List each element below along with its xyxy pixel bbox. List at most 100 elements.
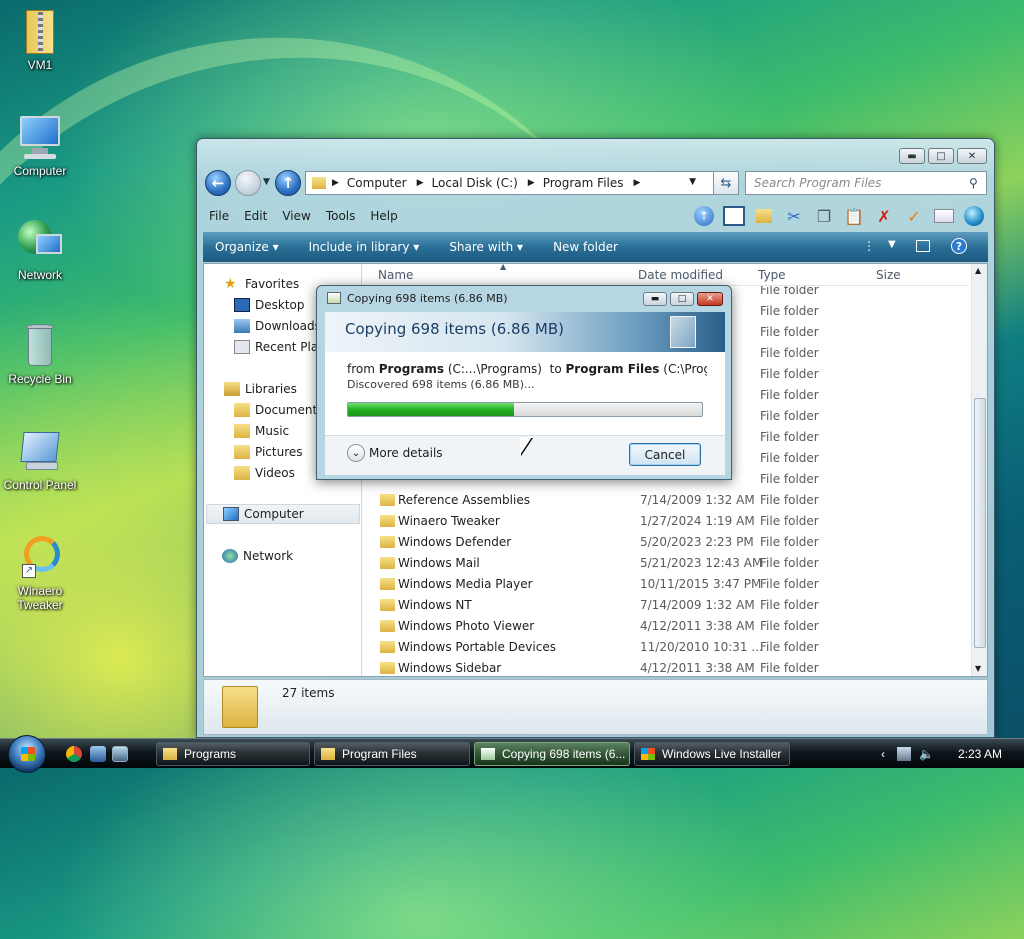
nav-music[interactable]: Music xyxy=(234,421,289,441)
start-button[interactable] xyxy=(8,735,46,773)
column-date-modified[interactable]: Date modified xyxy=(638,268,723,282)
taskbar-button-programs[interactable]: Programs xyxy=(156,742,310,766)
nav-network[interactable]: Network xyxy=(222,546,293,566)
nav-desktop[interactable]: Desktop xyxy=(234,295,305,315)
recent-pages-chevron-icon[interactable]: ▼ xyxy=(263,177,270,187)
up-button[interactable]: ↑ xyxy=(275,170,301,196)
globe-icon[interactable] xyxy=(962,205,986,227)
column-type[interactable]: Type xyxy=(758,268,786,282)
include-in-library-button[interactable]: Include in library ▾ xyxy=(309,240,420,254)
scrollbar-thumb[interactable] xyxy=(974,398,986,648)
cancel-button[interactable]: Cancel xyxy=(629,443,701,466)
details-pane: 27 items xyxy=(203,679,988,735)
show-hidden-icons-chevron-icon[interactable]: ‹ xyxy=(881,747,885,761)
folder-icon xyxy=(312,177,326,189)
toolbar-icons: ↑ ✂ ❐ 📋 ✗ ✓ xyxy=(692,203,986,229)
cut-icon[interactable]: ✂ xyxy=(782,205,806,227)
taskbar-button-program-files[interactable]: Program Files xyxy=(314,742,470,766)
nav-downloads[interactable]: Downloads xyxy=(234,316,321,336)
breadcrumb-program-files[interactable]: Program Files xyxy=(543,176,624,190)
up-arrow-icon[interactable]: ↑ xyxy=(692,205,716,227)
copy-icon[interactable]: ❐ xyxy=(812,205,836,227)
documents-icon xyxy=(234,403,250,417)
folder-view-icon[interactable] xyxy=(722,205,746,227)
column-size[interactable]: Size xyxy=(876,268,901,282)
folders-icon[interactable] xyxy=(752,205,776,227)
desktop-icon-network[interactable]: Network xyxy=(0,218,80,282)
table-row[interactable]: Windows Defender 5/20/2023 2:23 PM File fo… xyxy=(362,532,968,553)
menu-help[interactable]: Help xyxy=(370,209,397,223)
address-bar[interactable]: ▶ Computer ▶ Local Disk (C:) ▶ Program F… xyxy=(305,171,737,195)
help-icon[interactable]: ? xyxy=(951,238,967,254)
properties-icon[interactable] xyxy=(932,205,956,227)
scroll-down-icon[interactable]: ▼ xyxy=(975,664,981,673)
new-folder-button[interactable]: New folder xyxy=(553,240,618,254)
breadcrumb-arrow-icon: ▶ xyxy=(332,178,339,188)
refresh-button[interactable]: ⇆ xyxy=(713,171,739,195)
desktop-icon-vm1[interactable]: VM1 xyxy=(0,8,80,72)
share-with-button[interactable]: Share with ▾ xyxy=(449,240,523,254)
recent-places-icon xyxy=(234,340,250,354)
table-row[interactable]: Windows Portable Devices 11/20/2010 10:31… xyxy=(362,637,968,658)
close-button[interactable]: ✕ xyxy=(957,148,987,164)
table-row[interactable]: Windows Mail 5/21/2023 12:43 AM File folde… xyxy=(362,553,968,574)
preview-pane-icon[interactable] xyxy=(916,240,930,252)
address-dropdown-icon[interactable]: ▼ xyxy=(689,177,696,187)
more-details-toggle[interactable]: ⌄ More details xyxy=(347,444,443,462)
undo-icon[interactable]: ✓ xyxy=(902,205,926,227)
table-row[interactable]: Winaero Tweaker 1/27/2024 1:19 AM File fol… xyxy=(362,511,968,532)
vertical-scrollbar[interactable]: ▲ ▼ xyxy=(971,264,987,676)
dialog-maximize-button[interactable]: □ xyxy=(670,292,694,306)
nav-computer[interactable]: Computer xyxy=(206,504,360,524)
maximize-button[interactable]: □ xyxy=(928,148,954,164)
clock[interactable]: 2:23 AM xyxy=(958,747,1002,761)
table-row[interactable]: Windows Photo Viewer 4/12/2011 3:38 AM Fil… xyxy=(362,616,968,637)
back-button[interactable]: ← xyxy=(205,170,231,196)
scroll-up-icon[interactable]: ▲ xyxy=(975,266,981,275)
desktop-icon-computer[interactable]: Computer xyxy=(0,114,80,178)
breadcrumb-local-disk[interactable]: Local Disk (C:) xyxy=(432,176,518,190)
taskbar-button-copying[interactable]: Copying 698 items (6... xyxy=(474,742,630,766)
network-icon xyxy=(16,218,64,266)
taskbar-button-windows-live-installer[interactable]: Windows Live Installer xyxy=(634,742,790,766)
show-desktop-icon[interactable] xyxy=(90,746,106,762)
desktop-icon-recycle-bin[interactable]: Recycle Bin xyxy=(0,322,80,386)
chrome-icon[interactable] xyxy=(66,746,82,762)
nav-favorites[interactable]: ★ Favorites xyxy=(224,274,299,294)
column-name[interactable]: Name xyxy=(378,268,413,282)
nav-documents[interactable]: Documents xyxy=(234,400,323,420)
paste-icon[interactable]: 📋 xyxy=(842,205,866,227)
nav-recent-places[interactable]: Recent Plac xyxy=(234,337,325,357)
folder-icon xyxy=(380,620,395,632)
table-row[interactable]: Windows Media Player 10/11/2015 3:47 PM Fi… xyxy=(362,574,968,595)
search-icon[interactable]: ⚲ xyxy=(969,176,978,190)
desktop-icon-winaero-tweaker[interactable]: ↗ Winaero Tweaker xyxy=(0,534,80,612)
switch-windows-icon[interactable] xyxy=(112,746,128,762)
network-icon xyxy=(222,549,238,563)
nav-videos[interactable]: Videos xyxy=(234,463,295,483)
table-row[interactable]: Windows Sidebar 4/12/2011 3:38 AM File fol… xyxy=(362,658,968,676)
breadcrumb-computer[interactable]: Computer xyxy=(347,176,407,190)
dialog-close-button[interactable]: ✕ xyxy=(697,292,723,306)
search-input[interactable]: Search Program Files xyxy=(745,171,987,195)
network-tray-icon[interactable] xyxy=(897,747,912,761)
folder-icon xyxy=(163,748,177,760)
menu-tools[interactable]: Tools xyxy=(326,209,356,223)
nav-pictures[interactable]: Pictures xyxy=(234,442,303,462)
menu-edit[interactable]: Edit xyxy=(244,209,267,223)
dialog-minimize-button[interactable]: ▬ xyxy=(643,292,667,306)
view-options-chevron-icon[interactable]: ▼ xyxy=(888,239,896,250)
delete-icon[interactable]: ✗ xyxy=(872,205,896,227)
volume-muted-icon[interactable]: 🔈 xyxy=(919,747,934,761)
minimize-button[interactable]: ▬ xyxy=(899,148,925,164)
table-row[interactable]: Windows NT 7/14/2009 1:32 AM File folder xyxy=(362,595,968,616)
nav-libraries[interactable]: Libraries xyxy=(224,379,297,399)
menu-file[interactable]: File xyxy=(209,209,229,223)
organize-button[interactable]: Organize ▾ xyxy=(215,240,279,254)
change-view-icon[interactable]: ⋮ xyxy=(863,239,875,253)
desktop-icon-control-panel[interactable]: Control Panel xyxy=(0,428,80,492)
forward-button[interactable] xyxy=(235,170,261,196)
menu-view[interactable]: View xyxy=(282,209,310,223)
folder-icon xyxy=(380,557,395,569)
table-row[interactable]: Reference Assemblies 7/14/2009 1:32 AM Fil… xyxy=(362,490,968,511)
